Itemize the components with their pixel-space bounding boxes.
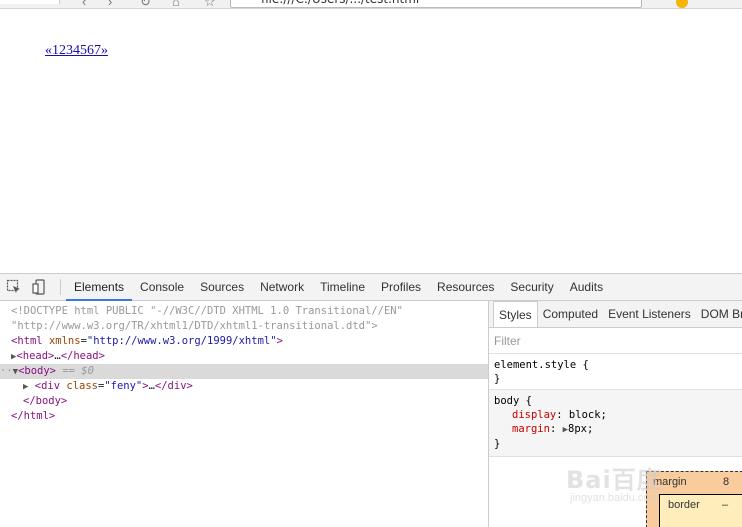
rule-selector: element.style { bbox=[494, 359, 589, 371]
style-property-margin[interactable]: margin: ▶8px; bbox=[494, 422, 738, 437]
div-close-tag: </div> bbox=[154, 380, 193, 392]
tab-elements[interactable]: Elements bbox=[66, 274, 133, 301]
tab-console[interactable]: Console bbox=[132, 274, 192, 301]
div-attr: class bbox=[66, 380, 98, 392]
head-open-tag: <head> bbox=[16, 350, 55, 362]
tab-security[interactable]: Security bbox=[502, 274, 561, 301]
tab-event-listeners[interactable]: Event Listeners bbox=[603, 301, 696, 327]
expand-triangle-icon[interactable]: ▶ bbox=[23, 382, 28, 392]
baidu-watermark: Bai百度 jingyan.baidu.com bbox=[566, 448, 696, 514]
div-tag: div bbox=[41, 380, 61, 392]
styles-filter-input[interactable]: Filter bbox=[489, 328, 742, 354]
border-value[interactable]: – bbox=[722, 499, 728, 511]
property-name: display bbox=[512, 409, 557, 421]
dom-head-node[interactable]: ▶<head>…</head> bbox=[11, 349, 489, 364]
sidebar-tabs: Styles Computed Event Listeners DOM Bre bbox=[489, 301, 742, 328]
inspect-element-icon[interactable] bbox=[6, 279, 22, 295]
property-value: 8px; bbox=[568, 423, 594, 435]
element-style-rule[interactable]: element.style { } bbox=[489, 354, 742, 390]
dom-div-node[interactable]: ▶ <div class="feny">…</div> bbox=[23, 379, 489, 394]
html-attr-value: "http://www.w3.org/1999/xhtml" bbox=[86, 335, 277, 347]
rule-selector: body { bbox=[494, 395, 532, 407]
browser-toolbar: ‹ › ↻ ⌂ ☆ file:///C:/Users/.../test.html bbox=[0, 0, 742, 9]
extension-icon[interactable] bbox=[676, 0, 688, 8]
dom-body-close[interactable]: </body> bbox=[23, 394, 489, 409]
browser-tab[interactable] bbox=[0, 0, 60, 4]
page-link[interactable]: «1234567» bbox=[45, 43, 108, 59]
forward-icon[interactable]: › bbox=[108, 0, 112, 8]
watermark-subtext: jingyan.baidu.com bbox=[570, 492, 659, 504]
property-name: margin bbox=[512, 423, 550, 435]
watermark-text: Bai百度 bbox=[566, 466, 662, 494]
body-open-tag: <body> bbox=[18, 365, 57, 377]
bookmark-star-icon[interactable]: ☆ bbox=[204, 0, 216, 8]
address-bar[interactable]: file:///C:/Users/.../test.html bbox=[230, 0, 642, 8]
style-property-display[interactable]: display: block; bbox=[494, 408, 738, 422]
tab-sources[interactable]: Sources bbox=[192, 274, 252, 301]
selected-marker: == $0 bbox=[56, 365, 94, 377]
property-value: block; bbox=[568, 409, 607, 421]
html-attr: xmlns bbox=[48, 335, 81, 347]
tab-audits[interactable]: Audits bbox=[562, 274, 611, 301]
devtools-tabs: Elements Console Sources Network Timelin… bbox=[66, 274, 611, 301]
devtools-toolbar: Elements Console Sources Network Timelin… bbox=[0, 274, 742, 301]
device-mode-icon[interactable] bbox=[32, 279, 48, 295]
rule-close: } bbox=[494, 373, 501, 385]
dom-doctype-line2[interactable]: "http://www.w3.org/TR/xhtml1/DTD/xhtml1-… bbox=[11, 319, 489, 334]
home-icon[interactable]: ⌂ bbox=[172, 0, 180, 8]
margin-value[interactable]: 8 bbox=[723, 476, 729, 488]
tab-styles[interactable]: Styles bbox=[493, 301, 538, 327]
html-tag: html bbox=[17, 335, 43, 347]
toolbar-separator bbox=[60, 279, 61, 295]
div-attr-value: "feny" bbox=[104, 380, 143, 392]
body-style-rule[interactable]: body { display: block; margin: ▶8px; } bbox=[489, 390, 742, 457]
tab-network[interactable]: Network bbox=[252, 274, 312, 301]
tab-resources[interactable]: Resources bbox=[429, 274, 502, 301]
tab-computed[interactable]: Computed bbox=[538, 301, 603, 327]
dom-doctype-line1[interactable]: <!DOCTYPE html PUBLIC "-//W3C//DTD XHTML… bbox=[11, 304, 489, 319]
dom-html-node[interactable]: <html xmlns="http://www.w3.org/1999/xhtm… bbox=[11, 334, 489, 349]
dom-tree: <!DOCTYPE html PUBLIC "-//W3C//DTD XHTML… bbox=[0, 301, 489, 527]
reload-icon[interactable]: ↻ bbox=[140, 0, 151, 8]
tab-dom-breakpoints[interactable]: DOM Bre bbox=[696, 301, 742, 327]
dom-html-close[interactable]: </html> bbox=[11, 409, 489, 424]
head-close-tag: </head> bbox=[60, 350, 105, 362]
tab-profiles[interactable]: Profiles bbox=[373, 274, 429, 301]
back-icon[interactable]: ‹ bbox=[82, 0, 86, 8]
tab-timeline[interactable]: Timeline bbox=[312, 274, 373, 301]
dom-body-node[interactable]: ··▼<body> == $0 bbox=[0, 364, 489, 379]
